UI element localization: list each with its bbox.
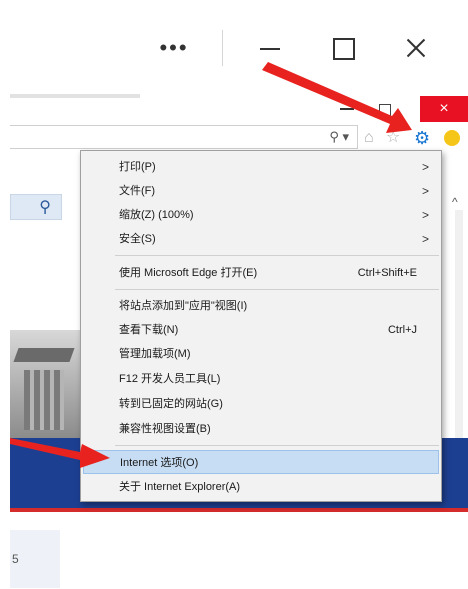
page-card-text: 5 (12, 552, 19, 566)
ie-close-button[interactable]: × (420, 96, 468, 122)
ie-toolbar: ⌂ ☆ ⚙ (364, 128, 468, 148)
submenu-arrow-icon: > (421, 184, 429, 198)
home-icon[interactable]: ⌂ (364, 128, 374, 148)
search-icon[interactable]: ⚲ (39, 197, 51, 217)
site-search-box[interactable]: ⚲ (10, 194, 62, 220)
menu-item-view-downloads[interactable]: 查看下载(N) Ctrl+J (81, 318, 441, 342)
menu-item-file[interactable]: 文件(F) > (81, 179, 441, 203)
minimize-icon[interactable] (252, 33, 288, 63)
menu-item-shortcut: Ctrl+Shift+E (357, 267, 417, 279)
menu-item-label: 管理加载项(M) (119, 348, 191, 360)
ie-maximize-icon[interactable] (375, 100, 395, 118)
search-dropdown-icon[interactable]: ⚲ ▾ (329, 129, 349, 145)
menu-separator (115, 289, 439, 290)
submenu-arrow-icon: > (421, 208, 429, 222)
menu-separator (115, 255, 439, 256)
ie-minimize-icon[interactable] (340, 108, 354, 110)
chevron-up-icon[interactable]: ^ (452, 195, 466, 209)
menu-item-label: Internet 选项(O) (120, 457, 199, 469)
titlebar-divider (222, 30, 223, 66)
close-icon[interactable] (398, 33, 434, 63)
menu-item-label: 关于 Internet Explorer(A) (119, 481, 241, 493)
menu-item-safety[interactable]: 安全(S) > (81, 227, 441, 251)
menu-item-label: 安全(S) (119, 233, 156, 245)
menu-item-dev-tools[interactable]: F12 开发人员工具(L) (81, 367, 441, 391)
menu-item-label: F12 开发人员工具(L) (119, 373, 221, 385)
menu-item-manage-addons[interactable]: 管理加载项(M) (81, 342, 441, 366)
menu-item-label: 兼容性视图设置(B) (119, 423, 211, 435)
page-card: 5 (10, 530, 60, 588)
favorites-star-icon[interactable]: ☆ (386, 128, 400, 148)
address-bar[interactable]: ⚲ ▾ (10, 125, 358, 149)
tools-menu: 打印(P) > 文件(F) > 缩放(Z) (100%) > 安全(S) > 使… (80, 150, 442, 502)
menu-item-label: 打印(P) (119, 161, 156, 173)
submenu-arrow-icon: > (421, 232, 429, 246)
menu-item-add-site-to-apps[interactable]: 将站点添加到"应用"视图(I) (81, 294, 441, 318)
menu-item-label: 查看下载(N) (119, 324, 179, 336)
more-icon[interactable]: ••• (152, 33, 196, 63)
menu-item-label: 将站点添加到"应用"视图(I) (119, 300, 248, 312)
menu-item-label: 缩放(Z) (100%) (119, 209, 194, 221)
menu-separator (115, 445, 439, 446)
building-image (10, 330, 80, 440)
menu-item-print[interactable]: 打印(P) > (81, 155, 441, 179)
menu-item-about-ie[interactable]: 关于 Internet Explorer(A) (81, 475, 441, 499)
outer-titlebar: ••• (0, 0, 468, 95)
gear-icon[interactable]: ⚙ (414, 128, 430, 148)
page-banner-stripe (10, 508, 468, 512)
menu-item-zoom[interactable]: 缩放(Z) (100%) > (81, 203, 441, 227)
menu-item-internet-options[interactable]: Internet 选项(O) (83, 450, 439, 474)
menu-item-label: 转到已固定的网站(G) (119, 398, 223, 410)
ie-tab-strip (10, 94, 140, 98)
smiley-icon[interactable] (444, 130, 460, 146)
maximize-icon[interactable] (325, 33, 361, 63)
submenu-arrow-icon: > (421, 160, 429, 174)
menu-item-compat-view[interactable]: 兼容性视图设置(B) (81, 417, 441, 441)
menu-item-label: 使用 Microsoft Edge 打开(E) (119, 267, 258, 279)
menu-item-open-in-edge[interactable]: 使用 Microsoft Edge 打开(E) Ctrl+Shift+E (81, 261, 441, 285)
menu-item-shortcut: Ctrl+J (387, 324, 417, 336)
menu-item-label: 文件(F) (119, 185, 156, 197)
menu-item-pinned-sites[interactable]: 转到已固定的网站(G) (81, 392, 441, 416)
